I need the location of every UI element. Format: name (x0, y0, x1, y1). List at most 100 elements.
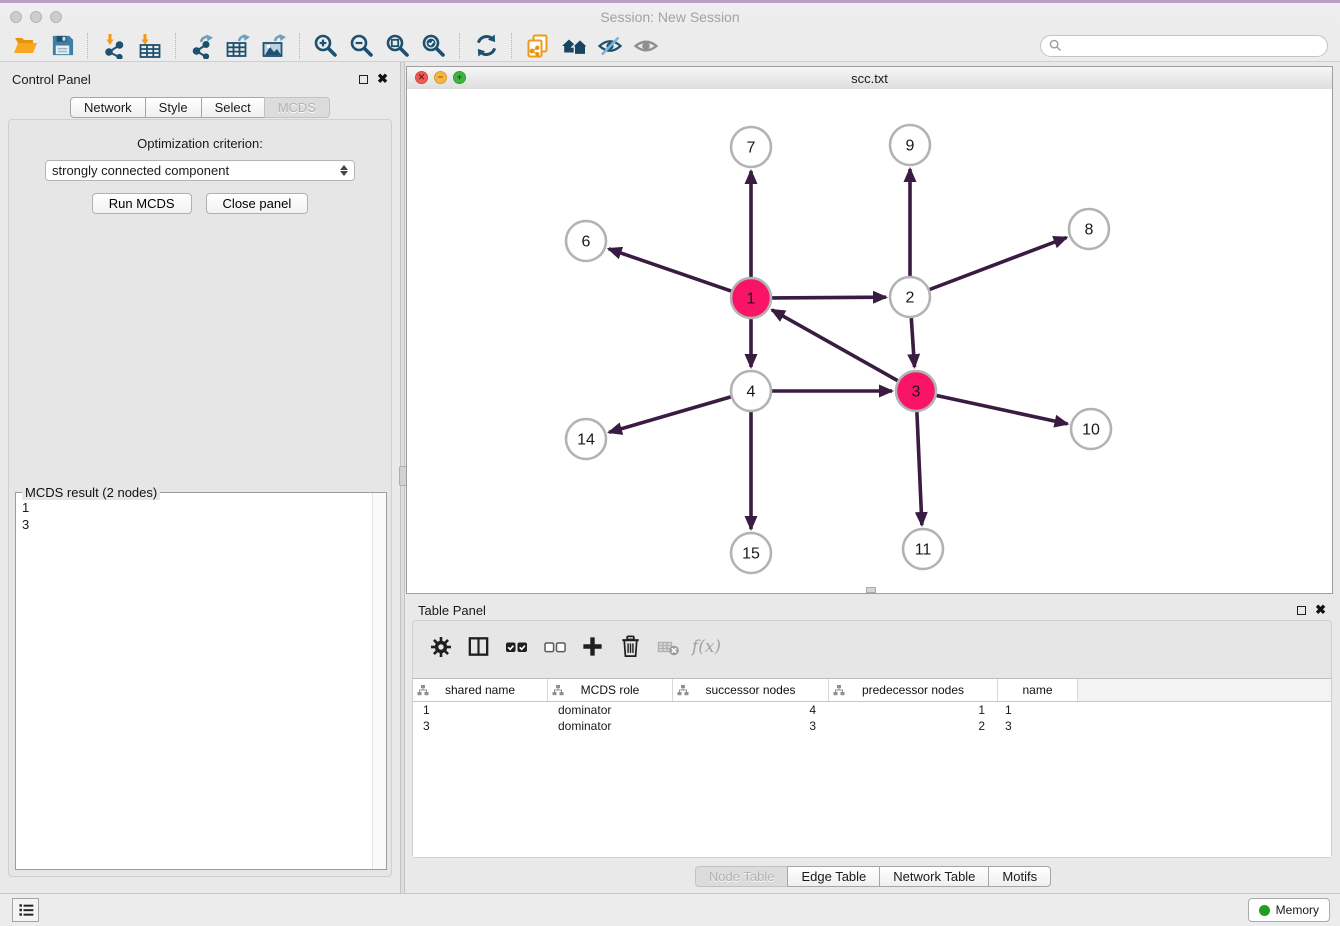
graph-node-11[interactable]: 11 (903, 529, 943, 569)
svg-text:14: 14 (577, 432, 595, 449)
graph-node-3[interactable]: 3 (896, 371, 936, 411)
home-view-button[interactable] (556, 31, 592, 61)
import-table-button[interactable] (132, 31, 168, 61)
zoom-fit-button[interactable] (380, 31, 416, 61)
status-bar: Memory (0, 893, 1340, 926)
edge-3-11[interactable] (917, 412, 922, 525)
column-header-name[interactable]: name (998, 679, 1078, 701)
table-row[interactable]: 3dominator323 (413, 718, 1331, 734)
unselect-all-columns-button[interactable] (539, 631, 570, 662)
column-header-successor-nodes[interactable]: successor nodes (673, 679, 829, 701)
column-header-shared-name[interactable]: shared name (413, 679, 548, 701)
graph-node-1[interactable]: 1 (731, 278, 771, 318)
app-zoom-button[interactable] (50, 11, 62, 23)
zoom-in-button[interactable] (308, 31, 344, 61)
table-panel-body: f(x) shared nameMCDS rolesuccessor nodes… (412, 620, 1332, 858)
tab-mcds[interactable]: MCDS (264, 97, 330, 118)
save-session-button[interactable] (44, 31, 80, 61)
function-builder-button[interactable]: f(x) (691, 631, 722, 662)
add-column-button[interactable] (577, 631, 608, 662)
edge-1-6[interactable] (609, 249, 732, 291)
edge-2-3[interactable] (911, 318, 914, 367)
table-row[interactable]: 1dominator411 (413, 702, 1331, 718)
svg-text:7: 7 (747, 140, 756, 157)
graph-node-6[interactable]: 6 (566, 221, 606, 261)
hide-graphics-details-button[interactable] (592, 31, 628, 61)
select-all-columns-button[interactable] (501, 631, 532, 662)
network-window-titlebar[interactable]: ✕ − + scc.txt (407, 67, 1332, 90)
main-toolbar (0, 30, 1340, 62)
control-panel-title: Control Panel (12, 72, 91, 87)
tab-network[interactable]: Network (70, 97, 146, 118)
window-resize-handle[interactable] (866, 587, 876, 593)
app-minimize-button[interactable] (30, 11, 42, 23)
graph-node-10[interactable]: 10 (1071, 409, 1111, 449)
memory-button[interactable]: Memory (1248, 898, 1330, 922)
close-table-panel-icon[interactable]: ✖ (1315, 605, 1326, 615)
float-panel-icon[interactable] (359, 75, 368, 84)
export-image-button[interactable] (256, 31, 292, 61)
node-table-body: 1dominator4113dominator323 (413, 702, 1331, 734)
tab-style[interactable]: Style (145, 97, 202, 118)
mcds-panel: Optimization criterion: strongly connect… (8, 119, 392, 877)
graph-node-14[interactable]: 14 (566, 419, 606, 459)
import-network-button[interactable] (96, 31, 132, 61)
network-graph[interactable]: 7 9 6 8 1 2 4 3 14 10 15 11 (407, 89, 1332, 593)
delete-columns-button[interactable] (615, 631, 646, 662)
graph-node-7[interactable]: 7 (731, 127, 771, 167)
network-canvas[interactable]: 7 9 6 8 1 2 4 3 14 10 15 11 (407, 89, 1332, 593)
table-settings-button[interactable] (425, 631, 456, 662)
svg-text:11: 11 (915, 542, 932, 559)
search-input[interactable] (1066, 36, 1327, 56)
network-close-button[interactable]: ✕ (415, 71, 428, 84)
result-scrollbar[interactable] (372, 493, 386, 869)
open-session-button[interactable] (8, 31, 44, 61)
apply-layout-button[interactable] (468, 31, 504, 61)
graph-node-8[interactable]: 8 (1069, 209, 1109, 249)
column-header-MCDS-role[interactable]: MCDS role (548, 679, 673, 701)
export-table-button[interactable] (220, 31, 256, 61)
svg-text:3: 3 (912, 384, 921, 401)
graph-node-9[interactable]: 9 (890, 125, 930, 165)
node-table[interactable]: shared nameMCDS rolesuccessor nodesprede… (413, 678, 1331, 857)
edge-2-8[interactable] (930, 238, 1067, 290)
mcds-result-item[interactable]: 3 (22, 516, 380, 533)
close-panel-button[interactable]: Close panel (206, 193, 309, 214)
optimization-criterion-label: Optimization criterion: (9, 136, 391, 151)
column-header-predecessor-nodes[interactable]: predecessor nodes (829, 679, 998, 701)
mcds-result-box: MCDS result (2 nodes) 13 (15, 492, 387, 870)
network-maximize-button[interactable]: + (453, 71, 466, 84)
edge-3-1[interactable] (772, 310, 898, 381)
graph-node-4[interactable]: 4 (731, 371, 771, 411)
show-graphics-details-button[interactable] (628, 31, 664, 61)
edge-4-14[interactable] (609, 397, 731, 432)
clone-network-button[interactable] (520, 31, 556, 61)
graph-node-15[interactable]: 15 (731, 533, 771, 573)
search-field[interactable] (1040, 35, 1328, 57)
graph-node-2[interactable]: 2 (890, 277, 930, 317)
tab-network-table[interactable]: Network Table (879, 866, 989, 887)
edge-1-2[interactable] (772, 297, 886, 298)
tab-edge-table[interactable]: Edge Table (787, 866, 880, 887)
tab-select[interactable]: Select (201, 97, 265, 118)
edge-3-10[interactable] (937, 396, 1068, 424)
close-panel-icon[interactable]: ✖ (377, 74, 388, 84)
tab-node-table[interactable]: Node Table (695, 866, 789, 887)
network-minimize-button[interactable]: − (434, 71, 447, 84)
zoom-out-button[interactable] (344, 31, 380, 61)
export-network-icon (189, 33, 215, 59)
show-columns-button[interactable] (463, 631, 494, 662)
app-close-button[interactable] (10, 11, 22, 23)
float-table-panel-icon[interactable] (1297, 606, 1306, 615)
criterion-select[interactable]: strongly connected component (45, 160, 355, 181)
delete-table-button[interactable] (653, 631, 684, 662)
select-stepper-icon (340, 165, 348, 176)
tab-motifs[interactable]: Motifs (988, 866, 1051, 887)
svg-text:15: 15 (742, 546, 760, 563)
task-history-button[interactable] (12, 898, 39, 922)
mcds-result-item[interactable]: 1 (22, 499, 380, 516)
export-network-button[interactable] (184, 31, 220, 61)
memory-label: Memory (1276, 903, 1319, 917)
zoom-selected-button[interactable] (416, 31, 452, 61)
run-mcds-button[interactable]: Run MCDS (92, 193, 192, 214)
